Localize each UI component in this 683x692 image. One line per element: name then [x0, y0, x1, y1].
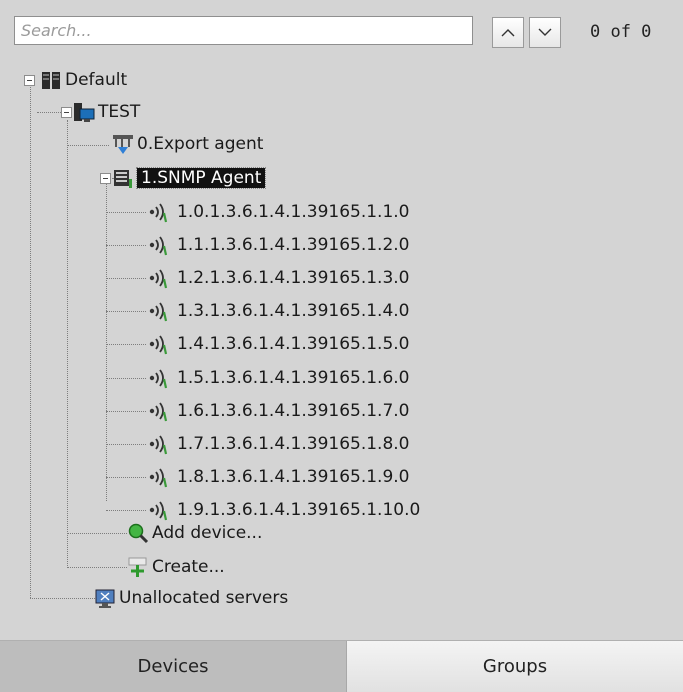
- tree-label: Unallocated servers: [119, 588, 289, 608]
- tree-connector: [106, 184, 107, 501]
- tree-label: 1.9.1.3.6.1.4.1.39165.1.10.0: [177, 500, 421, 520]
- unallocated-monitor-icon: [94, 587, 116, 609]
- tree-label: TEST: [98, 102, 141, 122]
- tree-node-oid[interactable]: 1.3.1.3.6.1.4.1.39165.1.4.0: [146, 299, 410, 323]
- tree-connector: [30, 85, 31, 598]
- tree-connector: [106, 444, 146, 445]
- export-agent-icon: [112, 133, 134, 155]
- server-group-icon: [40, 69, 62, 91]
- tree-node-default[interactable]: Default: [40, 68, 127, 92]
- snmp-signal-icon: [146, 400, 174, 422]
- create-plus-icon: [127, 556, 149, 578]
- tree-connector: [37, 112, 61, 113]
- tree-label: Default: [65, 70, 128, 90]
- bottom-tabs: Devices Groups: [0, 640, 683, 692]
- tree-label: 1.4.1.3.6.1.4.1.39165.1.5.0: [177, 334, 410, 354]
- snmp-signal-icon: [146, 499, 174, 521]
- tree-label: 1.6.1.3.6.1.4.1.39165.1.7.0: [177, 401, 410, 421]
- match-counter: 0 of 0: [590, 22, 652, 42]
- tree-connector: [67, 145, 109, 146]
- tree-connector: [106, 411, 146, 412]
- create-item[interactable]: Create...: [127, 555, 225, 579]
- search-input[interactable]: [14, 16, 473, 45]
- snmp-signal-icon: [146, 466, 174, 488]
- tree-node-snmp-agent[interactable]: 1.SNMP Agent: [112, 166, 267, 190]
- unallocated-servers-item[interactable]: Unallocated servers: [94, 586, 288, 610]
- server-computer-icon: [73, 101, 95, 123]
- tree-label: 1.2.1.3.6.1.4.1.39165.1.3.0: [177, 268, 410, 288]
- tree-node-oid[interactable]: 1.1.1.3.6.1.4.1.39165.1.2.0: [146, 233, 410, 257]
- search-device-icon: [127, 522, 149, 544]
- tree-connector: [106, 212, 146, 213]
- collapse-snmp-agent-button[interactable]: [100, 173, 111, 184]
- tree-label-selected: 1.SNMP Agent: [135, 167, 267, 189]
- next-match-button[interactable]: [529, 17, 561, 48]
- tree-node-oid[interactable]: 1.9.1.3.6.1.4.1.39165.1.10.0: [146, 498, 420, 522]
- tree-label: 1.3.1.3.6.1.4.1.39165.1.4.0: [177, 301, 410, 321]
- chevron-up-icon: [501, 29, 515, 37]
- tab-groups[interactable]: Groups: [347, 641, 683, 692]
- tree-connector: [106, 245, 146, 246]
- tree-node-oid[interactable]: 1.8.1.3.6.1.4.1.39165.1.9.0: [146, 465, 410, 489]
- device-tree[interactable]: Default TEST 0.Export agent 1.SNMP Agent…: [0, 58, 683, 610]
- add-device-item[interactable]: Add device...: [127, 521, 262, 545]
- tree-label: 1.7.1.3.6.1.4.1.39165.1.8.0: [177, 434, 410, 454]
- tree-node-oid[interactable]: 1.7.1.3.6.1.4.1.39165.1.8.0: [146, 432, 410, 456]
- tree-node-export-agent[interactable]: 0.Export agent: [112, 132, 263, 156]
- collapse-default-button[interactable]: [24, 75, 35, 86]
- tree-label: 1.5.1.3.6.1.4.1.39165.1.6.0: [177, 368, 410, 388]
- snmp-signal-icon: [146, 333, 174, 355]
- snmp-signal-icon: [146, 201, 174, 223]
- tab-devices[interactable]: Devices: [0, 641, 347, 692]
- tree-label: 1.0.1.3.6.1.4.1.39165.1.1.0: [177, 202, 410, 222]
- tree-connector: [67, 120, 68, 568]
- tree-node-oid[interactable]: 1.4.1.3.6.1.4.1.39165.1.5.0: [146, 332, 410, 356]
- snmp-signal-icon: [146, 367, 174, 389]
- tree-label: 1.8.1.3.6.1.4.1.39165.1.9.0: [177, 467, 410, 487]
- collapse-test-button[interactable]: [61, 107, 72, 118]
- snmp-signal-icon: [146, 433, 174, 455]
- snmp-signal-icon: [146, 234, 174, 256]
- tree-connector: [106, 510, 146, 511]
- tree-connector: [106, 344, 146, 345]
- previous-match-button[interactable]: [492, 17, 524, 48]
- tree-node-oid[interactable]: 1.5.1.3.6.1.4.1.39165.1.6.0: [146, 366, 410, 390]
- tree-connector: [106, 477, 146, 478]
- snmp-agent-icon: [112, 167, 134, 189]
- tree-connector: [106, 311, 146, 312]
- tree-node-oid[interactable]: 1.0.1.3.6.1.4.1.39165.1.1.0: [146, 200, 410, 224]
- search-toolbar: 0 of 0: [0, 0, 683, 58]
- tree-node-oid[interactable]: 1.2.1.3.6.1.4.1.39165.1.3.0: [146, 266, 410, 290]
- tree-label: Add device...: [152, 523, 263, 543]
- tree-label: 0.Export agent: [137, 134, 264, 154]
- tree-node-oid[interactable]: 1.6.1.3.6.1.4.1.39165.1.7.0: [146, 399, 410, 423]
- tree-label: 1.1.1.3.6.1.4.1.39165.1.2.0: [177, 235, 410, 255]
- tree-label: Create...: [152, 557, 225, 577]
- tree-connector: [30, 598, 95, 599]
- snmp-signal-icon: [146, 300, 174, 322]
- chevron-down-icon: [538, 28, 552, 36]
- tree-connector: [106, 278, 146, 279]
- tree-connector: [67, 567, 127, 568]
- tree-connector: [67, 533, 127, 534]
- snmp-signal-icon: [146, 267, 174, 289]
- tree-node-test[interactable]: TEST: [73, 100, 140, 124]
- tree-connector: [106, 378, 146, 379]
